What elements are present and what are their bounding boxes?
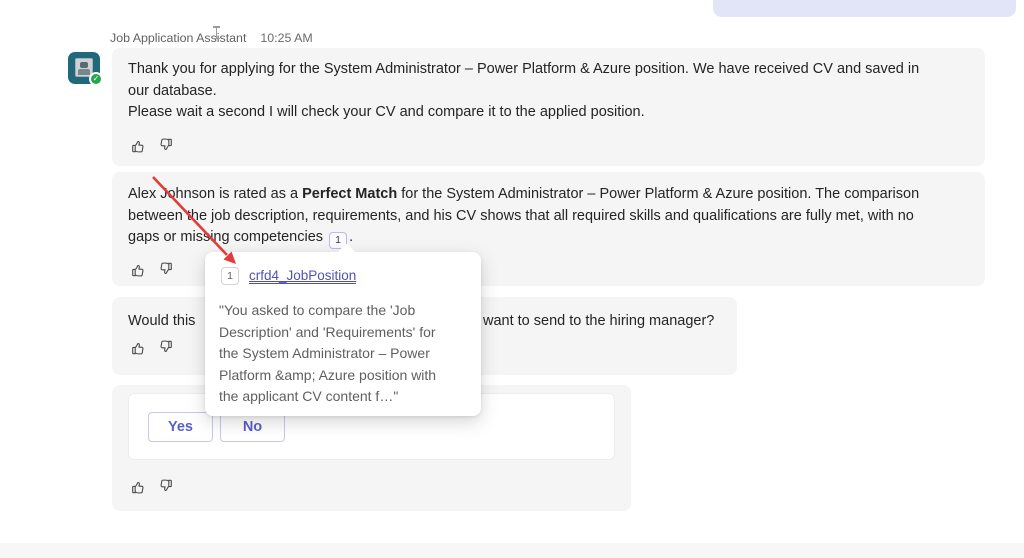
no-button[interactable]: No xyxy=(220,412,285,442)
citation-quote: "You asked to compare the 'Job Descripti… xyxy=(219,300,436,408)
message-3-text-right: want to send to the hiring manager? xyxy=(483,311,714,333)
message-text-line: gaps or missing competencies 1. xyxy=(128,227,919,249)
robot-head-shape xyxy=(80,62,88,68)
quote-line: the System Administrator – Power xyxy=(219,343,436,365)
thumbs-up-button[interactable] xyxy=(129,477,147,495)
thumbs-down-icon xyxy=(157,261,174,278)
thumbs-down-icon xyxy=(157,137,174,154)
card-button-row: Yes No xyxy=(148,412,285,442)
message-bubble-1: Thank you for applying for the System Ad… xyxy=(112,48,985,166)
thumbs-up-button[interactable] xyxy=(129,136,147,154)
citation-number-badge: 1 xyxy=(221,267,239,285)
robot-body-shape xyxy=(78,69,90,75)
message-header: Job Application Assistant 10:25 AM xyxy=(110,30,313,46)
citation-popup-header: 1 crfd4_JobPosition xyxy=(221,267,356,285)
thumbs-up-button[interactable] xyxy=(129,260,147,278)
quote-line: Description' and 'Requirements' for xyxy=(219,322,436,344)
thumbs-down-button[interactable] xyxy=(156,338,174,356)
thumbs-up-icon xyxy=(130,261,147,278)
verified-check-icon: ✓ xyxy=(89,72,103,86)
rating-highlight: Perfect Match xyxy=(302,186,397,202)
thumbs-up-icon xyxy=(130,478,147,495)
reaction-bar xyxy=(129,260,174,278)
text-cursor xyxy=(216,26,219,39)
thumbs-down-button[interactable] xyxy=(156,260,174,278)
citation-popup: 1 crfd4_JobPosition "You asked to compar… xyxy=(205,252,481,416)
sender-name: Job Application Assistant xyxy=(110,31,246,45)
message-3-text-left: Would this xyxy=(128,311,195,333)
quote-line: Platform &amp; Azure position with xyxy=(219,365,436,387)
reaction-bar xyxy=(129,338,174,356)
thumbs-down-icon xyxy=(157,478,174,495)
message-text-line: our database. xyxy=(128,81,919,103)
bot-avatar: ✓ xyxy=(68,52,100,84)
thumbs-up-icon xyxy=(130,137,147,154)
thumbs-up-button[interactable] xyxy=(129,338,147,356)
message-timestamp: 10:25 AM xyxy=(260,31,312,45)
message-text-line: Thank you for applying for the System Ad… xyxy=(128,59,919,81)
message-2-text: Alex Johnson is rated as a Perfect Match… xyxy=(128,184,919,249)
reaction-bar xyxy=(129,477,174,495)
citation-link[interactable]: crfd4_JobPosition xyxy=(249,268,356,284)
quote-line: the applicant CV content f…" xyxy=(219,386,436,408)
message-1-text: Thank you for applying for the System Ad… xyxy=(128,59,919,124)
thumbs-up-icon xyxy=(130,339,147,356)
quote-line: "You asked to compare the 'Job xyxy=(219,300,436,322)
thumbs-down-button[interactable] xyxy=(156,477,174,495)
message-text-line: between the job description, requirement… xyxy=(128,206,919,228)
message-text-line: Alex Johnson is rated as a Perfect Match… xyxy=(128,184,919,206)
thumbs-down-button[interactable] xyxy=(156,136,174,154)
thumbs-down-icon xyxy=(157,339,174,356)
message-text-line: Please wait a second I will check your C… xyxy=(128,102,919,124)
sent-message-bubble xyxy=(713,0,1016,17)
yes-button[interactable]: Yes xyxy=(148,412,213,442)
compose-area-edge xyxy=(0,543,1024,558)
reaction-bar xyxy=(129,136,174,154)
